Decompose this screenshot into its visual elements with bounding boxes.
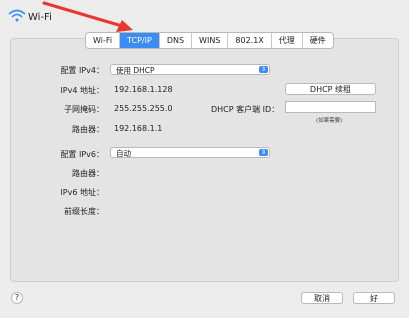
tab-wifi[interactable]: Wi-Fi [86, 33, 121, 48]
chevron-updown-icon: ⇕ [259, 149, 268, 156]
tab-bar: Wi-Fi TCP/IP DNS WINS 802.1X 代理 硬件 [85, 32, 334, 49]
tab-proxy[interactable]: 代理 [272, 33, 303, 48]
ipv4-router-value: 192.168.1.1 [114, 124, 163, 133]
chevron-updown-icon: ⇕ [259, 66, 268, 73]
configure-ipv6-label: 配置 IPv6： [60, 150, 104, 159]
subnet-mask-value: 255.255.255.0 [114, 104, 173, 113]
ipv4-router-label: 路由器： [72, 125, 104, 134]
dhcp-client-id-label: DHCP 客户端 ID： [211, 105, 280, 114]
help-button[interactable]: ? [11, 292, 23, 304]
configure-ipv4-select[interactable]: 使用 DHCP ⇕ [110, 64, 270, 75]
configure-ipv4-value: 使用 DHCP [116, 66, 155, 75]
dhcp-client-id-hint: (如果需要) [316, 118, 343, 124]
tab-8021x[interactable]: 802.1X [228, 33, 272, 48]
dhcp-client-id-input[interactable] [285, 101, 376, 113]
tab-tcpip[interactable]: TCP/IP [120, 33, 160, 48]
cancel-button[interactable]: 取消 [301, 292, 343, 304]
ipv4-address-label: IPv4 地址： [60, 86, 104, 95]
subnet-mask-label: 子网掩码： [64, 105, 104, 114]
ipv4-address-value: 192.168.1.128 [114, 85, 173, 94]
configure-ipv6-value: 自动 [116, 149, 131, 158]
ipv6-router-label: 路由器： [72, 169, 104, 178]
wifi-icon [8, 9, 26, 22]
tab-wins[interactable]: WINS [192, 33, 229, 48]
prefix-length-label: 前缀长度： [64, 207, 104, 216]
configure-ipv6-select[interactable]: 自动 ⇕ [110, 147, 270, 158]
ipv6-address-label: IPv6 地址： [60, 188, 104, 197]
ok-button[interactable]: 好 [353, 292, 395, 304]
configure-ipv4-label: 配置 IPv4： [60, 66, 104, 75]
tab-hardware[interactable]: 硬件 [303, 33, 333, 48]
dhcp-renew-button[interactable]: DHCP 续租 [285, 83, 376, 95]
tab-dns[interactable]: DNS [160, 33, 193, 48]
